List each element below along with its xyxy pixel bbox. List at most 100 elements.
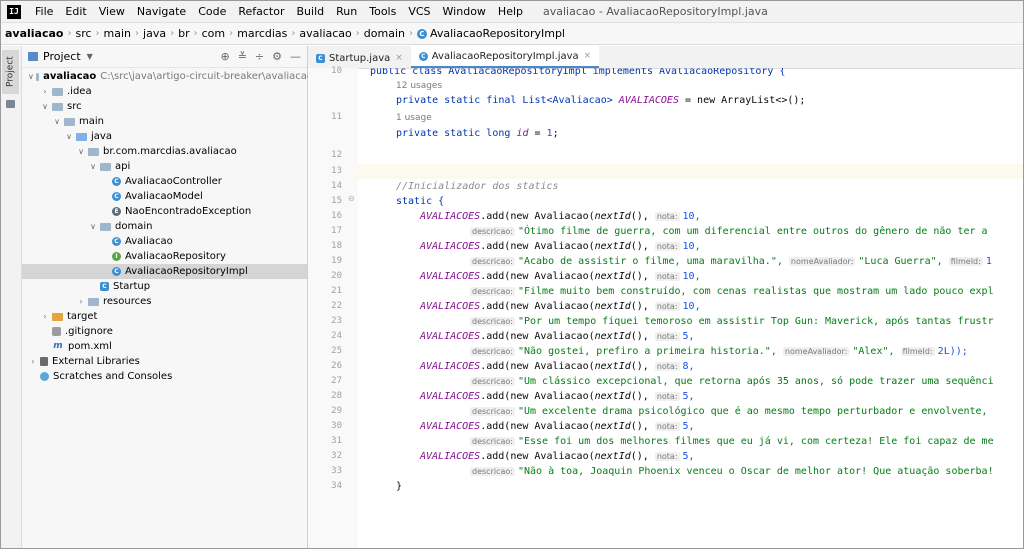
line-number: 34 <box>331 481 342 491</box>
code-line: descricao: "Por um tempo fiquei temoroso … <box>470 314 1023 329</box>
code-token: private static long <box>396 128 517 139</box>
breadcrumb-item[interactable]: br <box>178 27 190 40</box>
parameter-hint: nomeAvaliador: <box>788 257 856 266</box>
breadcrumb-item[interactable]: avaliacao <box>299 27 351 40</box>
menu-build[interactable]: Build <box>291 5 331 18</box>
usages-hint[interactable]: 12 usages <box>396 78 1023 93</box>
expand-all-icon[interactable]: ≚ <box>238 50 247 63</box>
code-token: .add(new Avaliacao( <box>480 391 595 402</box>
tree-item-java[interactable]: ∨ java <box>64 129 349 144</box>
project-tool-tab[interactable]: Project <box>2 50 19 94</box>
breadcrumb-item[interactable]: main <box>104 27 131 40</box>
chevron-down-icon[interactable]: ▼ <box>87 52 93 61</box>
code-token: .add(new Avaliacao( <box>480 361 595 372</box>
code-token: "Ótimo filme de guerra, com um diferenci… <box>517 226 988 237</box>
menu-view[interactable]: View <box>93 5 131 18</box>
code-token: AVALIACOES <box>420 301 481 312</box>
menu-file[interactable]: File <box>29 5 59 18</box>
tree-item-label: AvaliacaoRepositoryImpl <box>125 266 248 277</box>
tree-item-src[interactable]: ∨ src <box>40 99 325 114</box>
close-icon[interactable]: × <box>584 51 592 61</box>
usages-label: 1 usage <box>396 113 432 123</box>
chevron-down-icon[interactable]: ∨ <box>28 72 34 81</box>
line-number: 21 <box>331 286 342 296</box>
breadcrumb-item[interactable]: marcdias <box>237 27 287 40</box>
code-token: (), <box>630 421 649 432</box>
chevron-down-icon[interactable]: ∨ <box>64 132 74 141</box>
code-token: nextId <box>594 451 631 462</box>
structure-icon[interactable] <box>6 100 15 108</box>
chevron-right-icon[interactable]: › <box>76 297 86 306</box>
breadcrumb-item[interactable]: avaliacao <box>5 27 63 40</box>
package-icon <box>100 162 111 171</box>
menu-navigate[interactable]: Navigate <box>131 5 192 18</box>
gear-icon[interactable]: ⚙ <box>272 50 282 63</box>
code-token: 10, <box>682 211 701 222</box>
breadcrumb-item[interactable]: AvaliacaoRepositoryImpl <box>430 27 565 40</box>
tree-item-label: Scratches and Consoles <box>53 371 173 382</box>
menu-bar: IJ File Edit View Navigate Code Refactor… <box>1 1 1023 23</box>
tree-item-label: Avaliacao <box>125 236 173 247</box>
menu-edit[interactable]: Edit <box>59 5 92 18</box>
tree-item-avaliacao[interactable]: ∨ avaliacao C:\src\java\artigo-circuit-bre… <box>28 69 313 84</box>
chevron-down-icon[interactable]: ∨ <box>76 147 86 156</box>
code-line: descricao: "Filme muito bem construído, c… <box>470 284 1023 299</box>
tree-item-gitignore[interactable]: .gitignore <box>52 324 337 339</box>
menu-run[interactable]: Run <box>330 5 363 18</box>
resources-folder-icon <box>88 297 99 306</box>
locate-icon[interactable]: ⊕ <box>220 50 229 63</box>
tree-item-label: resources <box>103 296 152 307</box>
tree-item-label: java <box>91 131 112 142</box>
window-title: avaliacao - AvaliacaoRepositoryImpl.java <box>543 5 768 18</box>
chevron-down-icon[interactable]: ∨ <box>88 162 98 171</box>
tree-item-target[interactable]: › target <box>40 309 325 324</box>
menu-tools[interactable]: Tools <box>363 5 402 18</box>
code-token: AVALIACOES <box>420 391 481 402</box>
parameter-hint: nota: <box>654 362 680 371</box>
breadcrumb-item[interactable]: com <box>202 27 226 40</box>
gitignore-file-icon <box>52 327 61 336</box>
menu-vcs[interactable]: VCS <box>402 5 436 18</box>
breadcrumb-item[interactable]: src <box>75 27 91 40</box>
chevron-right-icon[interactable]: › <box>40 87 50 96</box>
code-token: .add(new Avaliacao( <box>480 331 595 342</box>
tree-item-scratches[interactable]: Scratches and Consoles <box>40 369 325 384</box>
chevron-down-icon[interactable]: ∨ <box>52 117 62 126</box>
tree-item-label: External Libraries <box>52 356 140 367</box>
menu-help[interactable]: Help <box>492 5 529 18</box>
breadcrumb-item[interactable]: java <box>143 27 166 40</box>
left-tool-strip: Project <box>1 46 22 548</box>
collapse-all-icon[interactable]: ÷ <box>255 50 264 63</box>
parameter-hint: descricao: <box>470 287 515 296</box>
usages-hint[interactable]: 1 usage <box>396 110 1023 125</box>
code-area[interactable]: public class AvaliacaoRepositoryImpl imp… <box>358 68 1023 548</box>
menu-window[interactable]: Window <box>437 5 492 18</box>
code-token: (), <box>630 331 649 342</box>
tree-item-label: main <box>79 116 104 127</box>
tree-item-avaliacao-repository-impl[interactable]: C AvaliacaoRepositoryImpl <box>22 264 307 279</box>
tree-item-external-libraries[interactable]: › External Libraries <box>28 354 313 369</box>
chevron-down-icon[interactable]: ∨ <box>40 102 50 111</box>
code-line: descricao: "Um excelente drama psicológic… <box>470 404 1023 419</box>
code-token: id <box>516 128 529 139</box>
chevron-right-icon[interactable]: › <box>40 312 50 321</box>
fold-marker-icon[interactable]: ⊖ <box>348 194 355 203</box>
breadcrumb-item[interactable]: domain <box>364 27 405 40</box>
parameter-hint: nota: <box>654 212 680 221</box>
code-line: private static final List<Avaliacao> AVA… <box>396 93 1023 108</box>
project-view-selector[interactable]: Project <box>43 50 81 63</box>
chevron-right-icon[interactable]: › <box>28 357 38 366</box>
code-line: descricao: "Esse foi um dos melhores film… <box>470 434 1023 449</box>
close-icon[interactable]: × <box>395 53 403 63</box>
menu-code[interactable]: Code <box>192 5 232 18</box>
menu-refactor[interactable]: Refactor <box>232 5 290 18</box>
tree-item-idea[interactable]: › .idea <box>40 84 325 99</box>
tab-avaliacao-repository-impl[interactable]: C AvaliacaoRepositoryImpl.java × <box>410 46 600 68</box>
hide-icon[interactable]: — <box>290 50 301 63</box>
code-token: AVALIACOES <box>420 361 481 372</box>
tree-item-label: .idea <box>67 86 92 97</box>
code-token: //Inicializador dos statics <box>396 181 559 192</box>
tree-item-pom[interactable]: m pom.xml <box>52 339 337 354</box>
tree-item-main[interactable]: ∨ main <box>52 114 337 129</box>
chevron-down-icon[interactable]: ∨ <box>88 222 98 231</box>
